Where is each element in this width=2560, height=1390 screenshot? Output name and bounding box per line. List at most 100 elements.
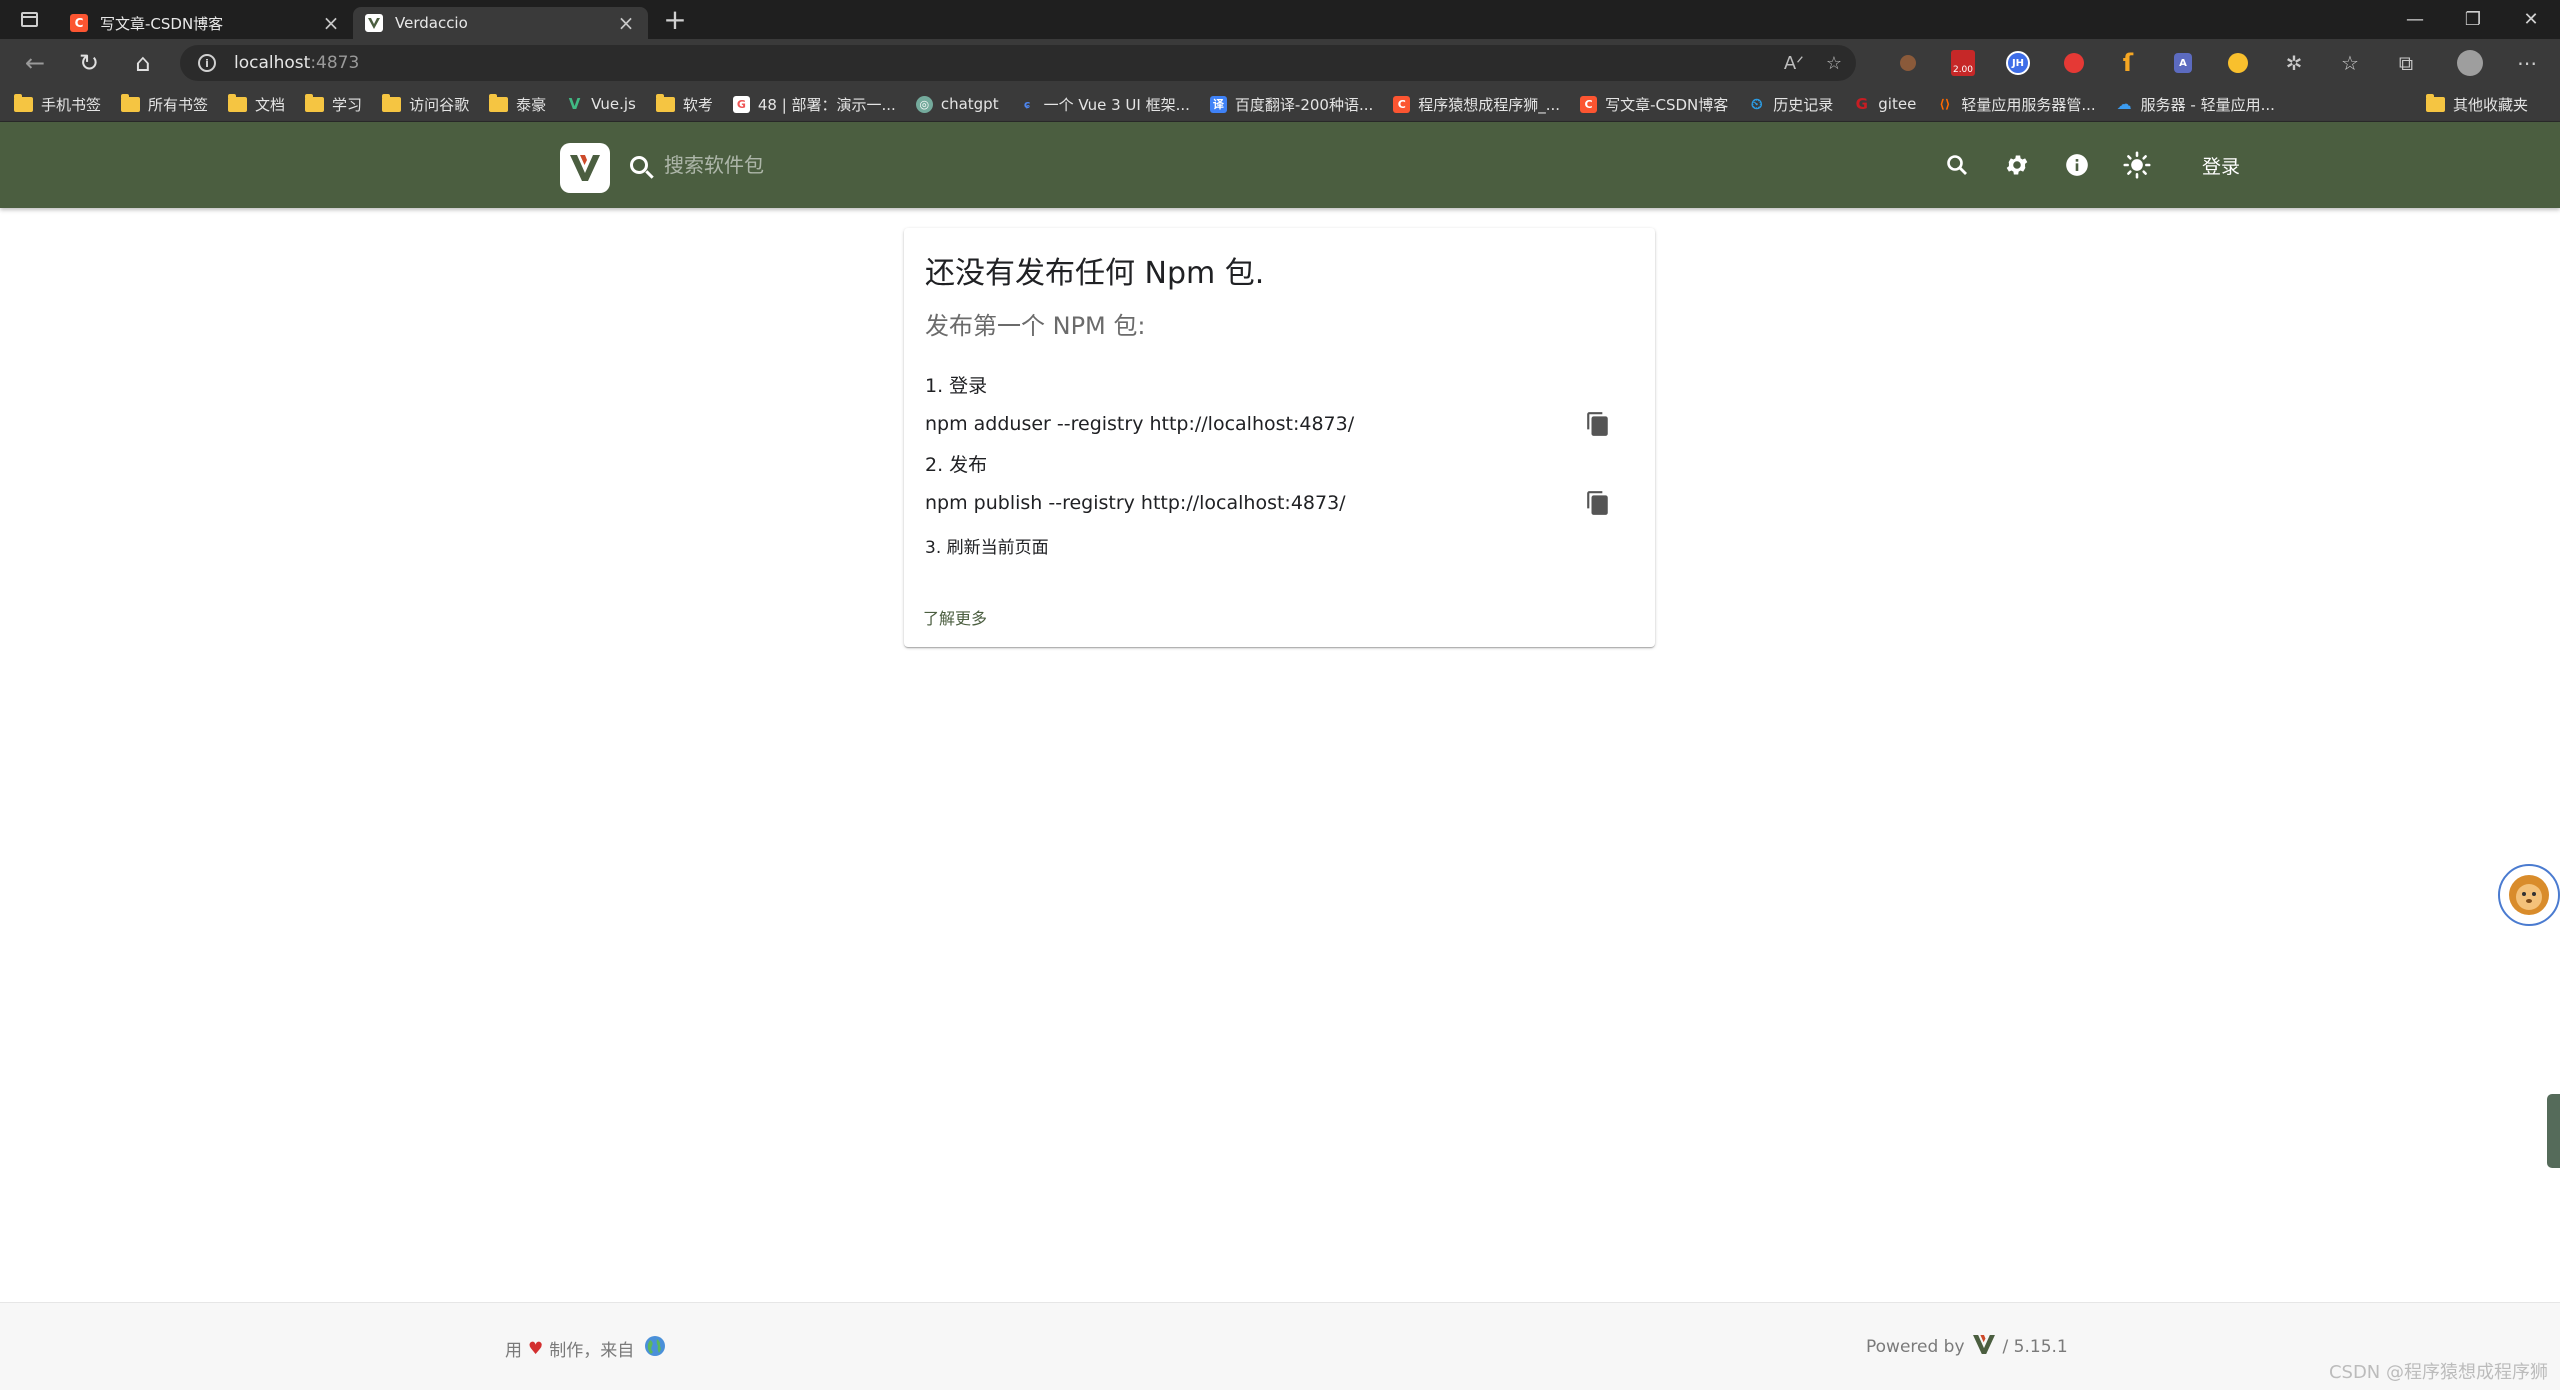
bookmark-link[interactable]: ɕ 一个 Vue 3 UI 框架... bbox=[1019, 94, 1190, 115]
heart-icon: ♥ bbox=[528, 1338, 544, 1359]
csdn-watermark: CSDN @程序猿想成程序狮 bbox=[2328, 1362, 2548, 1383]
bookmark-label: 服务器 - 轻量应用... bbox=[2140, 95, 2275, 114]
step-refresh-label: 3. 刷新当前页面 bbox=[925, 538, 1049, 558]
tab-verdaccio[interactable]: Verdaccio × bbox=[353, 7, 648, 39]
copy-publish-button[interactable] bbox=[1578, 483, 1618, 523]
adduser-command: npm adduser --registry http://localhost:… bbox=[925, 413, 1355, 435]
header-actions: 登录 bbox=[1942, 122, 2240, 208]
bookmark-folder[interactable]: 访问谷歌 bbox=[382, 93, 470, 115]
restore-icon[interactable]: ❐ bbox=[2444, 0, 2502, 39]
extension-coin-icon[interactable] bbox=[2224, 39, 2252, 87]
folder-icon bbox=[489, 93, 509, 112]
favorites-icon[interactable]: ☆ bbox=[2336, 39, 2364, 87]
more-menu-icon[interactable]: ⋯ bbox=[2512, 39, 2542, 87]
tab-title: 写文章-CSDN博客 bbox=[100, 14, 224, 33]
bookmark-label: 文档 bbox=[255, 95, 286, 114]
extension-badge: 2.00 bbox=[1951, 50, 1975, 76]
bookmark-link[interactable]: ⟨⟩ 轻量应用服务器管... bbox=[1936, 94, 2095, 115]
folder-icon bbox=[655, 93, 675, 112]
browser-tabstrip: C 写文章-CSDN博客 × Verdaccio × + — ❐ ✕ bbox=[0, 0, 2560, 39]
search-icon[interactable] bbox=[1942, 150, 1972, 180]
command-row-publish: npm publish --registry http://localhost:… bbox=[925, 481, 1634, 525]
theme-sun-icon[interactable] bbox=[2122, 150, 2152, 180]
favorite-star-icon[interactable]: ☆ bbox=[1826, 53, 1842, 74]
csdn-icon: C bbox=[70, 14, 88, 32]
bookmark-link[interactable]: C 程序猿想成程序狮_... bbox=[1393, 94, 1560, 115]
verdaccio-logo-icon bbox=[570, 155, 600, 181]
bookmark-link[interactable]: ☁ 服务器 - 轻量应用... bbox=[2116, 94, 2275, 115]
bookmark-link[interactable]: G 48 | 部署：演示一... bbox=[732, 94, 896, 115]
verdaccio-logo[interactable] bbox=[560, 143, 610, 193]
tab-close-icon[interactable]: × bbox=[616, 11, 636, 35]
bookmark-folder[interactable]: 学习 bbox=[305, 93, 362, 115]
globe-icon[interactable] bbox=[644, 1335, 666, 1362]
extensions-puzzle-icon[interactable]: ✲ bbox=[2280, 39, 2308, 87]
other-bookmarks-folder[interactable]: 其他收藏夹 bbox=[2425, 87, 2528, 122]
baidu-translate-icon: 译 bbox=[1209, 95, 1227, 113]
lion-mascot-widget[interactable] bbox=[2498, 864, 2560, 926]
search-box[interactable] bbox=[630, 150, 1164, 180]
login-button[interactable]: 登录 bbox=[2202, 152, 2240, 179]
collections-icon[interactable]: ⧉ bbox=[2392, 39, 2420, 87]
step-publish-label: 2. 发布 bbox=[925, 454, 988, 476]
bookmark-link[interactable]: 译百度翻译-200种语... bbox=[1209, 94, 1373, 115]
url-port: :4873 bbox=[310, 53, 360, 73]
verdaccio-icon bbox=[365, 14, 383, 32]
empty-state-card: 还没有发布任何 Npm 包. 发布第一个 NPM 包: 1. 登录 npm ad… bbox=[904, 228, 1655, 647]
bookmark-link[interactable]: V Vue.js bbox=[566, 95, 636, 113]
footer-made-with: 用 ♥ 制作，来自 bbox=[505, 1335, 666, 1362]
geektime-icon: G bbox=[732, 95, 750, 113]
bookmark-link[interactable]: ⏲ 历史记录 bbox=[1748, 94, 1833, 115]
bookmark-label: 所有书签 bbox=[148, 95, 209, 114]
footer-text: 用 bbox=[505, 1341, 522, 1361]
close-window-icon[interactable]: ✕ bbox=[2502, 0, 2560, 39]
tab-close-icon[interactable]: × bbox=[321, 11, 341, 35]
bookmark-link[interactable]: C 写文章-CSDN博客 bbox=[1580, 94, 1728, 115]
bookmark-label: 写文章-CSDN博客 bbox=[1605, 95, 1729, 114]
folder-icon bbox=[2425, 94, 2445, 112]
read-aloud-icon[interactable]: Aᐟ bbox=[1784, 53, 1804, 74]
folder-icon bbox=[382, 93, 402, 112]
bookmark-link[interactable]: Ggitee bbox=[1853, 95, 1917, 113]
bookmark-link[interactable]: ◎ chatgpt bbox=[915, 95, 999, 113]
gitee-icon: G bbox=[1855, 95, 1868, 113]
gear-icon[interactable] bbox=[2002, 150, 2032, 180]
bookmark-folder[interactable]: 软考 bbox=[655, 93, 713, 115]
new-tab-button[interactable]: + bbox=[654, 3, 696, 36]
bookmark-label: 历史记录 bbox=[1773, 95, 1834, 114]
extension-slash-icon[interactable]: ſ bbox=[2114, 39, 2142, 87]
bookmark-folder[interactable]: 手机书签 bbox=[14, 93, 102, 115]
step-login-label: 1. 登录 bbox=[925, 375, 988, 397]
profile-avatar[interactable] bbox=[2454, 39, 2486, 87]
tab-csdn[interactable]: C 写文章-CSDN博客 × bbox=[58, 7, 353, 39]
address-bar[interactable]: i localhost:4873 Aᐟ ☆ bbox=[180, 45, 1856, 81]
info-icon[interactable] bbox=[2062, 150, 2092, 180]
bookmark-label: 访问谷歌 bbox=[409, 95, 470, 114]
footer-text: Powered by bbox=[1866, 1337, 1965, 1357]
copy-adduser-button[interactable] bbox=[1578, 404, 1618, 444]
bookmark-label: 程序猿想成程序狮_... bbox=[1418, 95, 1561, 114]
minimize-icon[interactable]: — bbox=[2386, 0, 2444, 39]
footer-text: 制作，来自 bbox=[549, 1341, 635, 1361]
refresh-icon[interactable]: ↻ bbox=[62, 43, 116, 83]
tab-actions-icon bbox=[20, 12, 38, 27]
extension-stop-icon[interactable] bbox=[2060, 39, 2088, 87]
empty-title: 还没有发布任何 Npm 包. bbox=[925, 256, 1265, 291]
bookmark-label: 手机书签 bbox=[41, 95, 102, 114]
back-icon[interactable]: ← bbox=[8, 43, 62, 83]
search-input[interactable] bbox=[664, 153, 1164, 177]
learn-more-link[interactable]: 了解更多 bbox=[923, 605, 987, 629]
bookmark-folder[interactable]: 文档 bbox=[228, 93, 286, 115]
home-icon[interactable]: ⌂ bbox=[116, 43, 170, 83]
tab-actions-button[interactable] bbox=[0, 0, 58, 39]
bookmark-folder[interactable]: 所有书签 bbox=[121, 93, 209, 115]
extension-hedgehog-icon[interactable] bbox=[1896, 39, 1920, 87]
bookmark-label: 泰豪 bbox=[516, 95, 547, 114]
site-info-icon[interactable]: i bbox=[198, 54, 216, 72]
bookmark-folder[interactable]: 泰豪 bbox=[489, 93, 547, 115]
bookmarks-bar: 手机书签 所有书签 文档 学习 访问谷歌 泰豪 V Vue.js 软考 G 48 |… bbox=[0, 87, 2560, 122]
extension-jh-icon[interactable]: JH bbox=[2003, 39, 2033, 87]
side-drawer-handle[interactable] bbox=[2547, 1094, 2560, 1168]
extension-shield-icon[interactable]: A bbox=[2169, 39, 2197, 87]
extension-calendar-icon[interactable]: 2.00 bbox=[1948, 39, 1978, 87]
